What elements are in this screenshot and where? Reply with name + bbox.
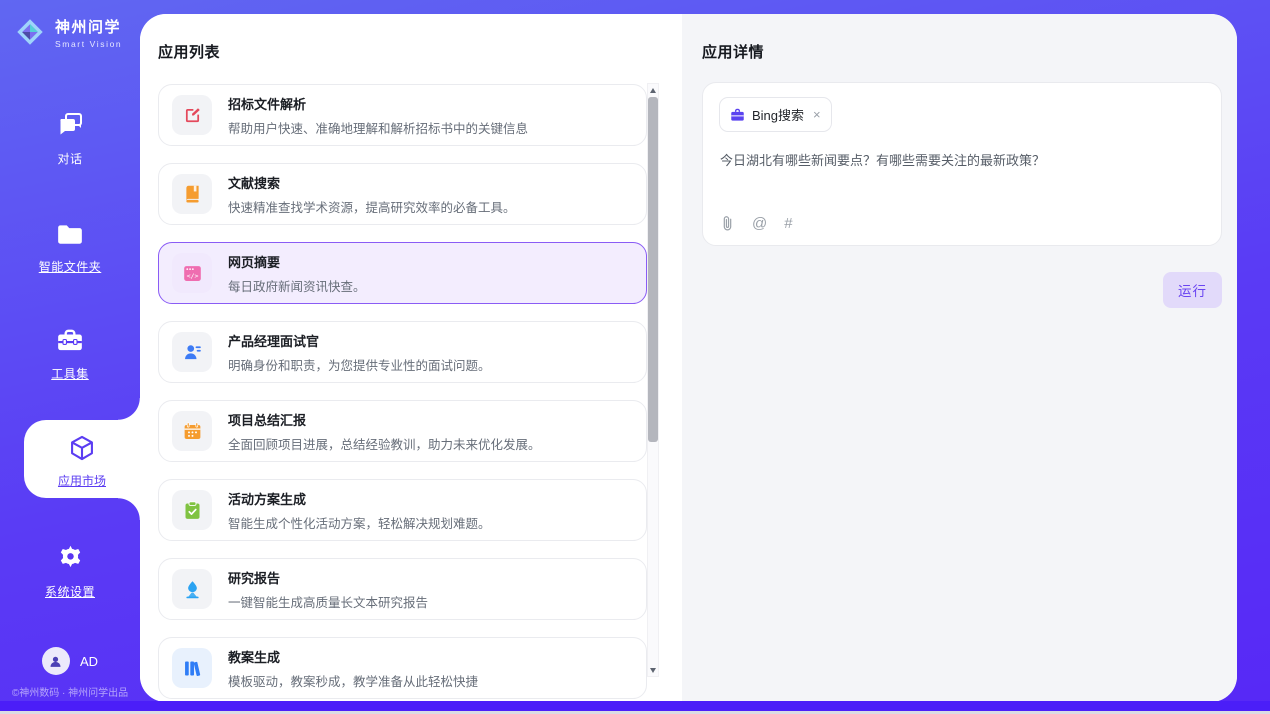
- logo-text: 神州问学 Smart Vision: [55, 16, 122, 49]
- browser-code-icon: </>: [182, 263, 203, 284]
- cube-icon: [68, 434, 96, 462]
- app-card-text: 招标文件解析 帮助用户快速、准确地理解和解析招标书中的关键信息: [228, 94, 528, 137]
- app-icon-tile: [172, 332, 212, 372]
- logo-title: 神州问学: [55, 16, 122, 37]
- app-card-lesson-plan[interactable]: 教案生成 模板驱动，教案秒成，教学准备从此轻松快捷: [158, 637, 647, 699]
- scrollbar-down-arrow-icon[interactable]: [648, 664, 658, 676]
- app-list-panel: 应用列表 招标文件解析 帮助用户快速、准确地理解和解析招标书中的关键信息: [140, 14, 682, 702]
- app-card-text: 网页摘要 每日政府新闻资讯快查。: [228, 252, 366, 295]
- sidebar-item-label: 工具集: [0, 365, 140, 382]
- logo-subtitle: Smart Vision: [55, 39, 122, 49]
- app-icon-tile: </>: [172, 253, 212, 293]
- toolbox-icon: [56, 329, 84, 353]
- scrollbar-thumb[interactable]: [648, 97, 658, 442]
- tool-tag-bing-search[interactable]: Bing搜索 ×: [719, 97, 832, 132]
- app-card-bid-parse[interactable]: 招标文件解析 帮助用户快速、准确地理解和解析招标书中的关键信息: [158, 84, 647, 146]
- avatar: [42, 647, 70, 675]
- app-card-event-plan[interactable]: 活动方案生成 智能生成个性化活动方案，轻松解决规划难题。: [158, 479, 647, 541]
- app-card-title: 招标文件解析: [228, 94, 528, 113]
- app-card-desc: 一键智能生成高质量长文本研究报告: [228, 592, 428, 611]
- app-card-title: 活动方案生成: [228, 489, 491, 508]
- chat-icon: [56, 112, 84, 138]
- prompt-text[interactable]: 今日湖北有哪些新闻要点？有哪些需要关注的最新政策？: [720, 151, 1204, 171]
- book-icon: [182, 184, 203, 205]
- app-card-title: 文献搜索: [228, 173, 516, 192]
- main-panel: 应用列表 招标文件解析 帮助用户快速、准确地理解和解析招标书中的关键信息: [140, 14, 1237, 702]
- app-card-title: 项目总结汇报: [228, 410, 541, 429]
- app-list-scrollbar[interactable]: [647, 83, 659, 677]
- sidebar: 神州问学 Smart Vision 对话 智能文件夹 工具集: [0, 0, 140, 701]
- app-card-text: 研究报告 一键智能生成高质量长文本研究报告: [228, 568, 428, 611]
- app-card-desc: 快速精准查找学术资源，提高研究效率的必备工具。: [228, 197, 516, 216]
- app-list-title: 应用列表: [158, 41, 220, 62]
- bottom-accent-bar: [0, 701, 1270, 711]
- sidebar-item-label: 应用市场: [24, 472, 140, 489]
- ink-pen-icon: [182, 579, 203, 600]
- app-card-literature-search[interactable]: 文献搜索 快速精准查找学术资源，提高研究效率的必备工具。: [158, 163, 647, 225]
- person-icon: [48, 654, 63, 669]
- app-card-desc: 帮助用户快速、准确地理解和解析招标书中的关键信息: [228, 118, 528, 137]
- app-card-desc: 智能生成个性化活动方案，轻松解决规划难题。: [228, 513, 491, 532]
- app-card-list: 招标文件解析 帮助用户快速、准确地理解和解析招标书中的关键信息 文献搜索 快速精…: [158, 84, 647, 702]
- tool-tag-close-icon[interactable]: ×: [813, 108, 821, 121]
- scrollbar-up-arrow-icon[interactable]: [648, 84, 658, 96]
- app-card-title: 教案生成: [228, 647, 478, 666]
- app-icon-tile: [172, 490, 212, 530]
- app-card-pm-interviewer[interactable]: 产品经理面试官 明确身份和职责，为您提供专业性的面试问题。: [158, 321, 647, 383]
- briefcase-icon: [730, 108, 745, 122]
- app-card-desc: 全面回顾项目进展，总结经验教训，助力未来优化发展。: [228, 434, 541, 453]
- user-profile[interactable]: AD: [0, 647, 140, 675]
- run-button[interactable]: 运行: [1163, 272, 1222, 308]
- user-name: AD: [80, 654, 98, 669]
- app-icon-tile: [172, 95, 212, 135]
- app-logo: 神州问学 Smart Vision: [13, 15, 122, 49]
- sidebar-item-app-market[interactable]: 应用市场: [24, 420, 140, 498]
- gear-icon: [57, 544, 84, 571]
- app-detail-panel: 应用详情 Bing搜索 × 今日湖北有哪些新闻要点？有哪些需要关注的最新政策？ …: [682, 14, 1237, 702]
- app-card-text: 活动方案生成 智能生成个性化活动方案，轻松解决规划难题。: [228, 489, 491, 532]
- prompt-input-card[interactable]: Bing搜索 × 今日湖北有哪些新闻要点？有哪些需要关注的最新政策？ @ #: [702, 82, 1222, 246]
- tool-tag-label: Bing搜索: [752, 105, 804, 124]
- composer-icon-row: @ #: [720, 215, 793, 232]
- sidebar-item-toolset[interactable]: 工具集: [0, 329, 140, 382]
- hash-icon[interactable]: #: [784, 215, 792, 232]
- books-icon: [182, 658, 203, 679]
- sidebar-item-settings[interactable]: 系统设置: [0, 544, 140, 600]
- sidebar-footer-credit: ©神州数码 · 神州问学出品: [0, 684, 140, 699]
- app-card-text: 项目总结汇报 全面回顾项目进展，总结经验教训，助力未来优化发展。: [228, 410, 541, 453]
- app-card-desc: 模板驱动，教案秒成，教学准备从此轻松快捷: [228, 671, 478, 690]
- app-card-research-report[interactable]: 研究报告 一键智能生成高质量长文本研究报告: [158, 558, 647, 620]
- app-card-web-summary[interactable]: </> 网页摘要 每日政府新闻资讯快查。: [158, 242, 647, 304]
- app-card-title: 产品经理面试官: [228, 331, 491, 350]
- app-icon-tile: [172, 174, 212, 214]
- interviewer-icon: [182, 342, 203, 363]
- folder-icon: [56, 222, 84, 246]
- at-icon[interactable]: @: [752, 215, 767, 232]
- sidebar-item-chat[interactable]: 对话: [0, 112, 140, 167]
- app-card-text: 教案生成 模板驱动，教案秒成，教学准备从此轻松快捷: [228, 647, 478, 690]
- app-icon-tile: [172, 411, 212, 451]
- app-icon-tile: [172, 648, 212, 688]
- app-card-desc: 每日政府新闻资讯快查。: [228, 276, 366, 295]
- app-card-text: 产品经理面试官 明确身份和职责，为您提供专业性的面试问题。: [228, 331, 491, 374]
- app-card-text: 文献搜索 快速精准查找学术资源，提高研究效率的必备工具。: [228, 173, 516, 216]
- app-card-title: 网页摘要: [228, 252, 366, 271]
- sidebar-item-label: 智能文件夹: [0, 258, 140, 275]
- app-detail-title: 应用详情: [702, 41, 764, 62]
- sidebar-item-label: 系统设置: [0, 583, 140, 600]
- app-card-title: 研究报告: [228, 568, 428, 587]
- app-card-project-summary[interactable]: 项目总结汇报 全面回顾项目进展，总结经验教训，助力未来优化发展。: [158, 400, 647, 462]
- clipboard-check-icon: [182, 500, 203, 521]
- app-card-desc: 明确身份和职责，为您提供专业性的面试问题。: [228, 355, 491, 374]
- diamond-logo-icon: [13, 15, 47, 49]
- paperclip-icon[interactable]: [720, 215, 735, 232]
- calendar-icon: [182, 421, 203, 442]
- edit-document-icon: [182, 105, 203, 126]
- sidebar-item-label: 对话: [0, 150, 140, 167]
- svg-text:</>: </>: [186, 271, 198, 279]
- app-icon-tile: [172, 569, 212, 609]
- sidebar-item-smart-folder[interactable]: 智能文件夹: [0, 222, 140, 275]
